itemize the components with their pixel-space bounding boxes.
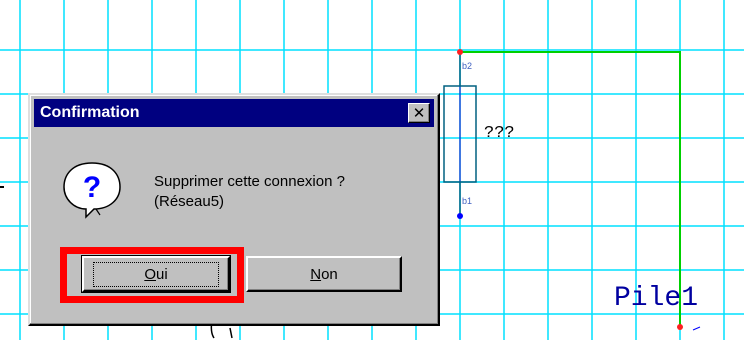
message-line-1: Supprimer cette connexion ? (154, 173, 345, 190)
node-top[interactable] (457, 49, 463, 55)
component-label-pile1[interactable]: Pile1 (614, 283, 698, 314)
resistor-value-label: ??? (484, 124, 515, 143)
node-bottom[interactable] (457, 213, 463, 219)
question-balloon-icon: ? (63, 162, 121, 219)
close-button[interactable]: ✕ (408, 103, 430, 123)
node-corner[interactable] (677, 324, 683, 330)
oui-button[interactable]: Oui (81, 255, 231, 293)
dialog-title: Confirmation (40, 104, 140, 121)
pin-label-top: b2 (462, 61, 473, 71)
dialog-message: Supprimer cette connexion ? (Réseau5) (154, 172, 345, 212)
oui-button-label: Oui (93, 261, 219, 287)
connector-mark (692, 326, 701, 331)
pin-label-bottom: b1 (462, 196, 473, 206)
dialog-titlebar[interactable]: Confirmation ✕ (34, 99, 434, 127)
message-line-2: (Réseau5) (154, 193, 225, 210)
non-button[interactable]: Non (246, 256, 402, 292)
close-icon: ✕ (412, 104, 426, 122)
confirmation-dialog: Confirmation ✕ ? Supprimer cette connexi… (28, 93, 440, 326)
non-button-label: Non (310, 265, 338, 283)
svg-text:?: ? (83, 171, 101, 204)
